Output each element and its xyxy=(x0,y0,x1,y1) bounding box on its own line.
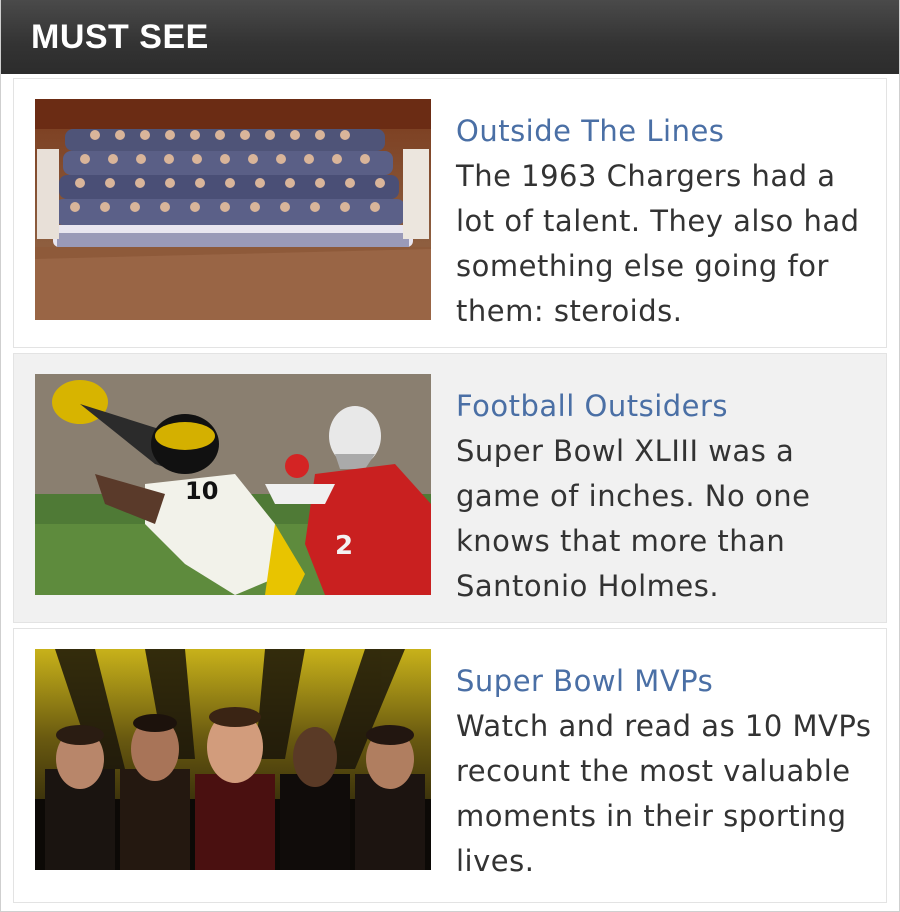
svg-text:2: 2 xyxy=(335,531,353,561)
story-thumbnail-catch-photo[interactable]: 10 2 xyxy=(35,374,431,595)
story-item: Outside The Lines The 1963 Chargers had … xyxy=(13,78,887,348)
story-thumbnail-team-photo[interactable] xyxy=(35,99,431,320)
story-item: 10 2 Football Outsiders Super Bowl XLIII… xyxy=(13,353,887,623)
widget-header: MUST SEE xyxy=(1,0,899,74)
svg-text:10: 10 xyxy=(185,477,218,505)
story-headline-link[interactable]: Outside The Lines xyxy=(456,109,881,154)
story-headline-link[interactable]: Super Bowl MVPs xyxy=(456,659,881,704)
story-description: Watch and read as 10 MVPs recount the mo… xyxy=(456,709,872,878)
story-headline-link[interactable]: Football Outsiders xyxy=(456,384,881,429)
widget-title: MUST SEE xyxy=(31,17,209,56)
catch-photo-image: 10 2 xyxy=(35,374,431,595)
must-see-widget: MUST SEE Outside The Lines The 1963 Char… xyxy=(0,0,900,912)
story-description: Super Bowl XLIII was a game of inches. N… xyxy=(456,434,811,603)
story-description: The 1963 Chargers had a lot of talent. T… xyxy=(456,159,860,328)
mvp-photo-image xyxy=(35,649,431,870)
team-photo-image xyxy=(35,99,431,320)
story-thumbnail-mvp-photo[interactable] xyxy=(35,649,431,870)
story-item: Super Bowl MVPs Watch and read as 10 MVP… xyxy=(13,628,887,903)
